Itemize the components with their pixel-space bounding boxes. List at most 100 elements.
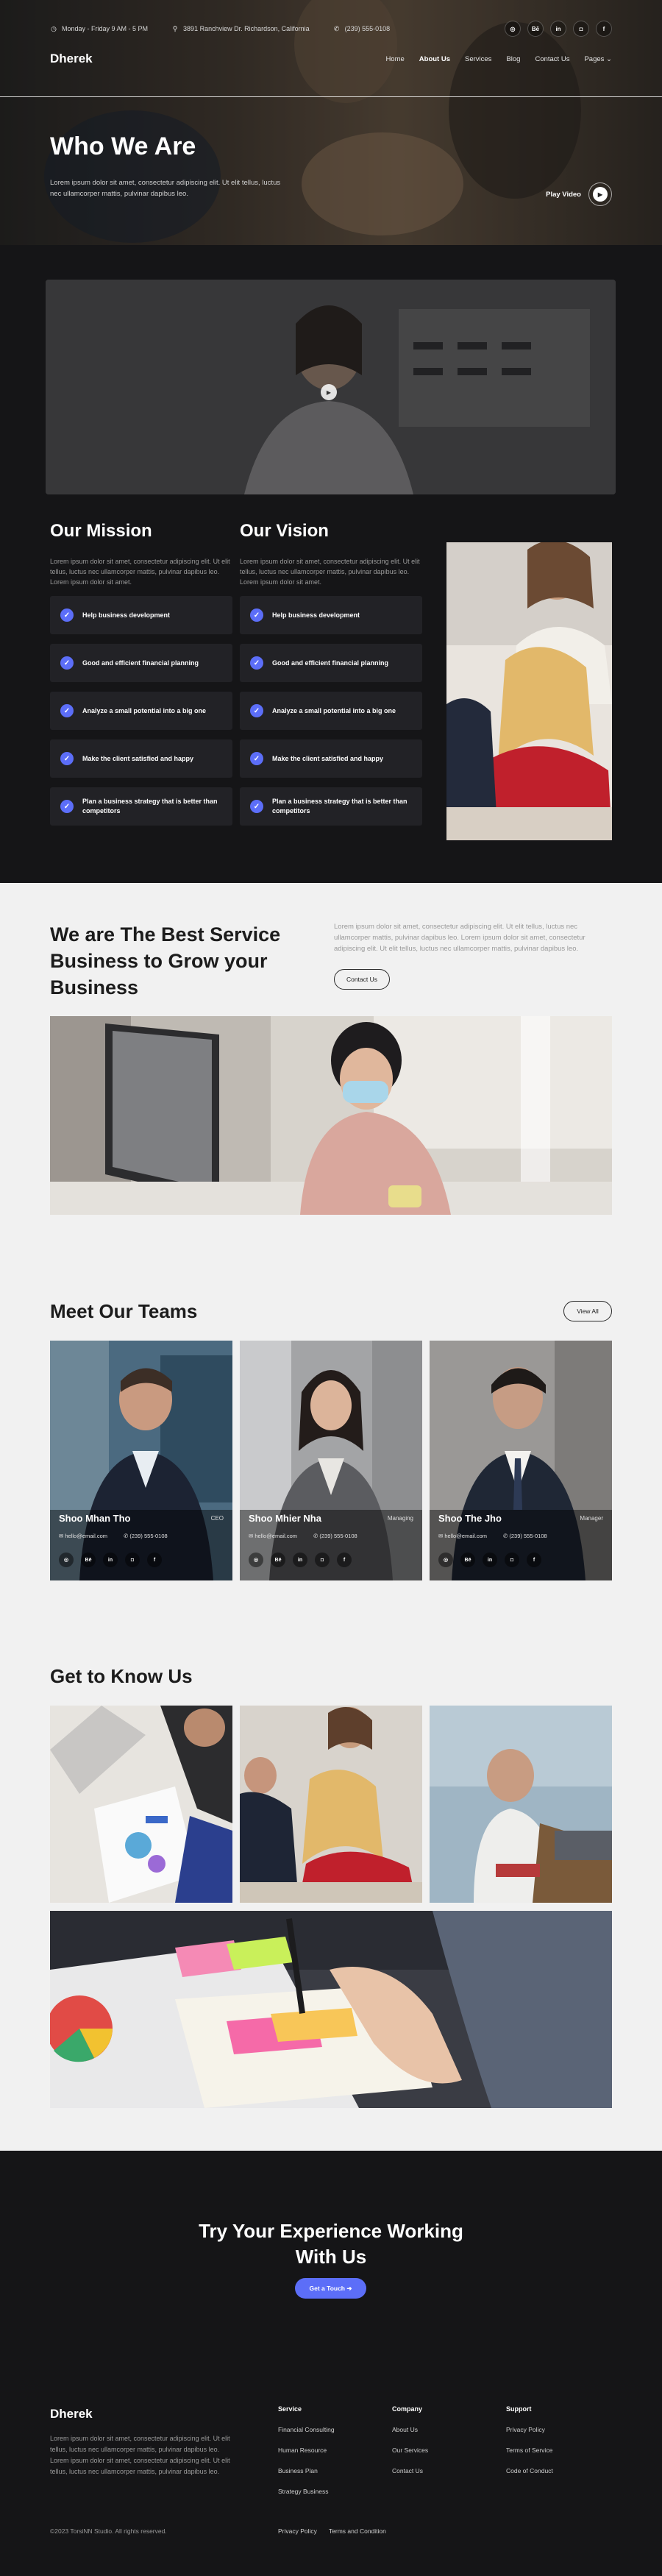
team-member-phone[interactable]: ✆ (239) 555-0108 — [124, 1533, 168, 1539]
nav-item-contact-us[interactable]: Contact Us — [535, 55, 569, 63]
mission-title: Our Mission — [50, 521, 152, 541]
team-info: Shoo Mhier Nha Managing ✉ hello@email.co… — [249, 1513, 413, 1539]
mission-item: ✓ Make the client satisfied and happy — [50, 739, 232, 778]
vision-item-label: Help business development — [272, 611, 360, 619]
mission-item: ✓ Help business development — [50, 596, 232, 634]
contact-us-button[interactable]: Contact Us — [334, 969, 390, 990]
instagram-icon[interactable]: ◘ — [505, 1553, 519, 1567]
gallery-photo — [240, 1706, 422, 1903]
team-member-role: Manager — [580, 1515, 603, 1522]
footer-link[interactable]: Terms of Service — [506, 2447, 553, 2454]
footer-link[interactable]: Financial Consulting — [278, 2426, 335, 2433]
gallery-photo-wide — [50, 1911, 612, 2108]
nav-item-blog[interactable]: Blog — [506, 55, 520, 63]
mission-text: Lorem ipsum dolor sit amet, consectetur … — [50, 558, 230, 586]
facebook-icon[interactable]: f — [337, 1553, 352, 1567]
mission-item: ✓ Plan a business strategy that is better… — [50, 787, 232, 826]
gallery-photo — [430, 1706, 612, 1903]
footer-column-title: Support — [506, 2405, 532, 2413]
play-video-button[interactable]: Play Video ▶ — [546, 182, 612, 206]
location-pin-icon: ⚲ — [172, 24, 178, 32]
terms-link[interactable]: Terms and Condition — [329, 2527, 386, 2535]
vision-item: ✓ Help business development — [240, 596, 422, 634]
team-member-email[interactable]: ✉ hello@email.com — [438, 1533, 487, 1539]
vision-column: Our Vision Lorem ipsum dolor sit amet, c… — [240, 521, 422, 835]
dribbble-icon[interactable]: ◎ — [249, 1553, 263, 1567]
team-member-photo — [50, 1341, 232, 1580]
mission-item-label: Help business development — [82, 611, 171, 619]
nav-item-home[interactable]: Home — [385, 55, 404, 63]
dribbble-icon[interactable]: ◎ — [438, 1553, 453, 1567]
check-icon: ✓ — [60, 704, 74, 717]
instagram-icon[interactable]: ◘ — [573, 21, 589, 37]
linkedin-icon[interactable]: in — [293, 1553, 307, 1567]
vision-item: ✓ Make the client satisfied and happy — [240, 739, 422, 778]
mission-item: ✓ Good and efficient financial planning — [50, 644, 232, 682]
footer-link[interactable]: Strategy Business — [278, 2488, 335, 2495]
team-contact: ✉ hello@email.com ✆ (239) 555-0108 — [438, 1533, 603, 1539]
check-icon: ✓ — [60, 800, 74, 813]
footer-link[interactable]: Privacy Policy — [506, 2426, 553, 2433]
view-all-button[interactable]: View All — [563, 1301, 612, 1321]
team-member-email[interactable]: ✉ hello@email.com — [249, 1533, 297, 1539]
nav-item-pages[interactable]: Pages ⌄ — [584, 55, 612, 63]
team-card[interactable]: Shoo Mhan Tho CEO ✉ hello@email.com ✆ (2… — [50, 1341, 232, 1580]
vision-text: Lorem ipsum dolor sit amet, consectetur … — [240, 558, 420, 586]
instagram-icon[interactable]: ◘ — [125, 1553, 140, 1567]
phone[interactable]: ✆ (239) 555-0108 — [333, 25, 391, 33]
video-play-icon[interactable]: ▶ — [321, 384, 337, 400]
dribbble-icon[interactable]: ◎ — [59, 1553, 74, 1567]
team-member-email[interactable]: ✉ hello@email.com — [59, 1533, 107, 1539]
get-a-touch-button[interactable]: Get a Touch ➜ — [295, 2278, 366, 2299]
linkedin-icon[interactable]: in — [103, 1553, 118, 1567]
teams-title: Meet Our Teams — [50, 1300, 198, 1322]
cta-title: Try Your Experience Working With Us — [0, 2218, 662, 2270]
team-card[interactable]: Shoo The Jho Manager ✉ hello@email.com ✆… — [430, 1341, 612, 1580]
play-button-ring[interactable]: ▶ — [588, 182, 612, 206]
team-member-email-text: hello@email.com — [65, 1533, 108, 1539]
footer-link[interactable]: About Us — [392, 2426, 428, 2433]
team-member-phone[interactable]: ✆ (239) 555-0108 — [503, 1533, 547, 1539]
cta-section: Try Your Experience Working With Us Get a… — [0, 2151, 662, 2357]
instagram-icon[interactable]: ◘ — [315, 1553, 330, 1567]
facebook-icon[interactable]: f — [596, 21, 612, 37]
footer: Dherek Lorem ipsum dolor sit amet, conse… — [0, 2357, 662, 2576]
nav-item-about-us[interactable]: About Us — [419, 55, 450, 63]
behance-icon[interactable]: Bē — [460, 1553, 475, 1567]
team-card[interactable]: Shoo Mhier Nha Managing ✉ hello@email.co… — [240, 1341, 422, 1580]
footer-link[interactable]: Our Services — [392, 2447, 428, 2454]
footer-column-service: Service Financial Consulting Human Resou… — [278, 2405, 335, 2508]
footer-link[interactable]: Contact Us — [392, 2467, 428, 2474]
facebook-icon[interactable]: f — [147, 1553, 162, 1567]
team-member-phone[interactable]: ✆ (239) 555-0108 — [313, 1533, 357, 1539]
footer-logo[interactable]: Dherek — [50, 2407, 93, 2421]
facebook-icon[interactable]: f — [527, 1553, 541, 1567]
team-info: Shoo The Jho Manager ✉ hello@email.com ✆… — [438, 1513, 603, 1539]
vision-item: ✓ Plan a business strategy that is better… — [240, 787, 422, 826]
team-member-phone-text: (239) 555-0108 — [319, 1533, 357, 1539]
cta-title-line1: Try Your Experience Working — [199, 2220, 463, 2242]
footer-link[interactable]: Human Resource — [278, 2447, 335, 2454]
footer-link[interactable]: Business Plan — [278, 2467, 335, 2474]
team-contact: ✉ hello@email.com ✆ (239) 555-0108 — [59, 1533, 224, 1539]
mission-item-label: Make the client satisfied and happy — [82, 754, 194, 762]
privacy-policy-link[interactable]: Privacy Policy — [278, 2527, 317, 2535]
main-nav: Dherek Home About Us Services Blog Conta… — [50, 46, 612, 72]
linkedin-icon[interactable]: in — [483, 1553, 497, 1567]
behance-icon[interactable]: Bē — [527, 21, 544, 37]
team-member-name: Shoo The Jho — [438, 1513, 502, 1524]
address: ⚲ 3891 Ranchview Dr. Richardson, Califor… — [171, 24, 310, 33]
team-member-name: Shoo Mhan Tho — [59, 1513, 131, 1524]
dribbble-icon[interactable]: ◎ — [505, 21, 521, 37]
linkedin-icon[interactable]: in — [550, 21, 566, 37]
behance-icon[interactable]: Bē — [81, 1553, 96, 1567]
behance-icon[interactable]: Bē — [271, 1553, 285, 1567]
office-worker-photo — [50, 1016, 612, 1215]
check-icon: ✓ — [250, 704, 263, 717]
business-hours: ◷ Monday - Friday 9 AM - 5 PM — [50, 25, 148, 33]
logo[interactable]: Dherek — [50, 52, 93, 66]
nav-item-services[interactable]: Services — [465, 55, 491, 63]
phone-text[interactable]: (239) 555-0108 — [345, 25, 391, 32]
check-icon: ✓ — [60, 608, 74, 622]
footer-link[interactable]: Code of Conduct — [506, 2467, 553, 2474]
